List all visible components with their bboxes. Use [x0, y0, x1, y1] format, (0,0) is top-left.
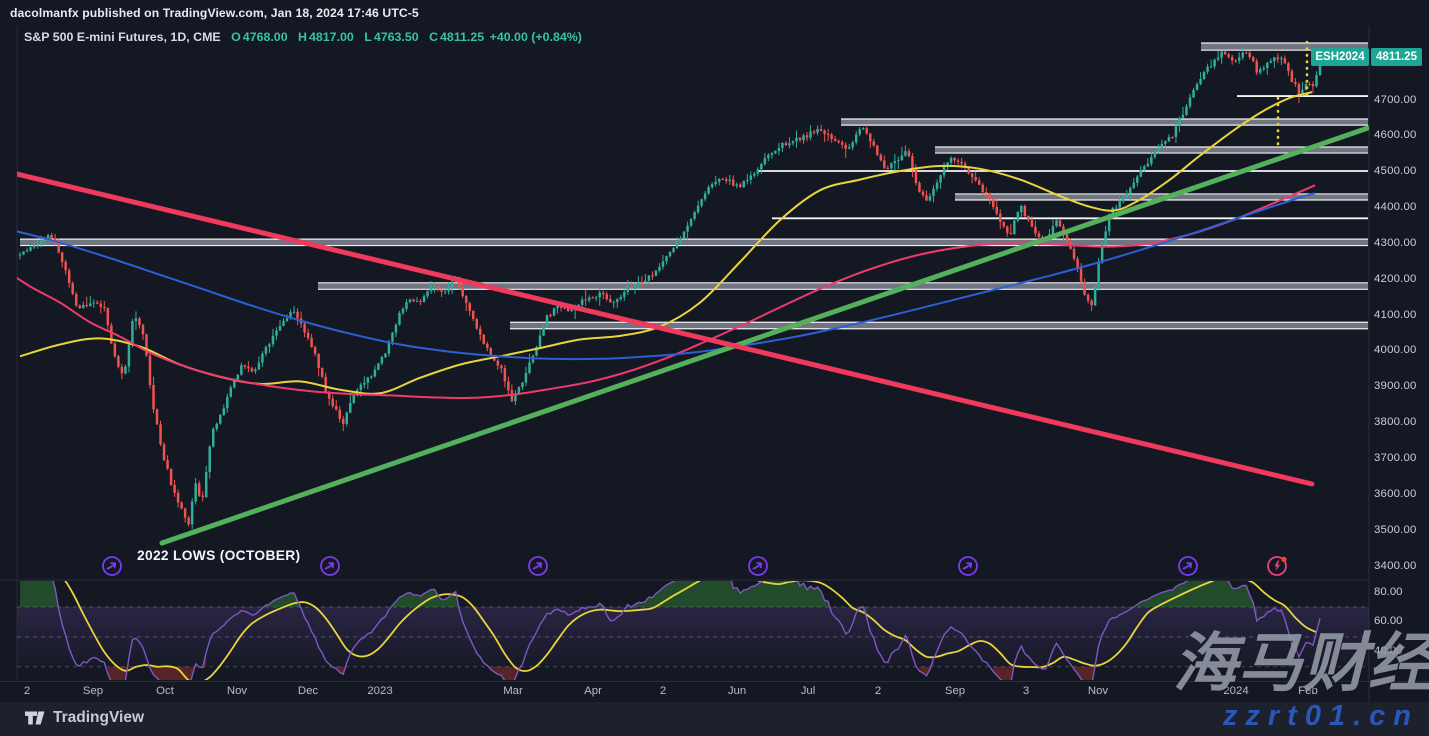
watermark-title: 海马财经: [1173, 612, 1429, 704]
footer-strip: [0, 702, 1429, 736]
price-axis-label: 4700.00: [1374, 94, 1417, 106]
low-label: L: [364, 30, 372, 44]
time-axis-label: Apr: [584, 685, 602, 697]
high-value: 4817.00: [309, 30, 354, 44]
drawing-anchor-icon[interactable]: [318, 554, 342, 578]
symbol-legend[interactable]: S&P 500 E-mini Futures, 1D, CME O4768.00…: [24, 30, 582, 44]
drawing-anchor-icon[interactable]: [526, 554, 550, 578]
watermark-url: zzrt01.cn: [1223, 700, 1419, 733]
price-axis-label: 4100.00: [1374, 309, 1417, 321]
price-axis-label: 3500.00: [1374, 524, 1417, 536]
time-axis-label: 3: [1023, 685, 1029, 697]
time-axis-label: 2: [875, 685, 881, 697]
price-axis-label: 4600.00: [1374, 129, 1417, 141]
time-axis-label: 2: [660, 685, 666, 697]
time-axis-label: Nov: [227, 685, 247, 697]
symbol-title: S&P 500 E-mini Futures, 1D, CME: [24, 30, 221, 44]
time-axis-label: 2: [24, 685, 30, 697]
high-label: H: [298, 30, 307, 44]
time-axis-label: Jun: [728, 685, 746, 697]
time-axis-label: Sep: [945, 685, 965, 697]
drawing-anchor-icon[interactable]: [956, 554, 980, 578]
supply-demand-zones[interactable]: [20, 43, 1368, 329]
price-axis-label: 3800.00: [1374, 416, 1417, 428]
tradingview-logo[interactable]: TradingView: [24, 709, 144, 727]
close-value: 4811.25: [440, 30, 484, 44]
price-axis-label: 4400.00: [1374, 201, 1417, 213]
low-value: 4763.50: [374, 30, 419, 44]
drawing-anchor-icon[interactable]: [100, 554, 124, 578]
rsi-axis-label: 80.00: [1374, 586, 1403, 598]
price-axis-label: 4000.00: [1374, 344, 1417, 356]
time-axis-label: Mar: [503, 685, 523, 697]
open-value: 4768.00: [243, 30, 288, 44]
lows-annotation[interactable]: 2022 LOWS (OCTOBER): [137, 548, 300, 563]
time-axis-label: Nov: [1088, 685, 1108, 697]
uptrend-from-2022-lows[interactable]: [162, 128, 1368, 543]
tradingview-logo-text: TradingView: [53, 709, 144, 727]
price-axis-label: 4200.00: [1374, 273, 1417, 285]
drawing-anchor-icon[interactable]: [746, 554, 770, 578]
alert-lightning-icon[interactable]: [1265, 554, 1289, 578]
time-axis-label: Oct: [156, 685, 174, 697]
price-axis-label: 3400.00: [1374, 560, 1417, 572]
change-value: +40.00 (+0.84%): [490, 30, 582, 44]
drawing-anchor-icon[interactable]: [1176, 554, 1200, 578]
contract-badge: ESH2024: [1311, 48, 1369, 66]
open-label: O: [231, 30, 241, 44]
last-price-badge: 4811.25: [1371, 48, 1422, 66]
price-axis-label: 3900.00: [1374, 380, 1417, 392]
price-axis-label: 4300.00: [1374, 237, 1417, 249]
tradingview-logo-icon: [24, 710, 46, 726]
price-axis-label: 4500.00: [1374, 165, 1417, 177]
time-axis-label: 2023: [367, 685, 392, 697]
price-axis-label: 3600.00: [1374, 488, 1417, 500]
tradingview-published-chart: dacolmanfx published on TradingView.com,…: [0, 0, 1429, 736]
price-axis-label: 3700.00: [1374, 452, 1417, 464]
time-axis-label: Jul: [801, 685, 816, 697]
time-axis-label: Dec: [298, 685, 318, 697]
close-label: C: [429, 30, 438, 44]
time-axis-label: Sep: [83, 685, 103, 697]
